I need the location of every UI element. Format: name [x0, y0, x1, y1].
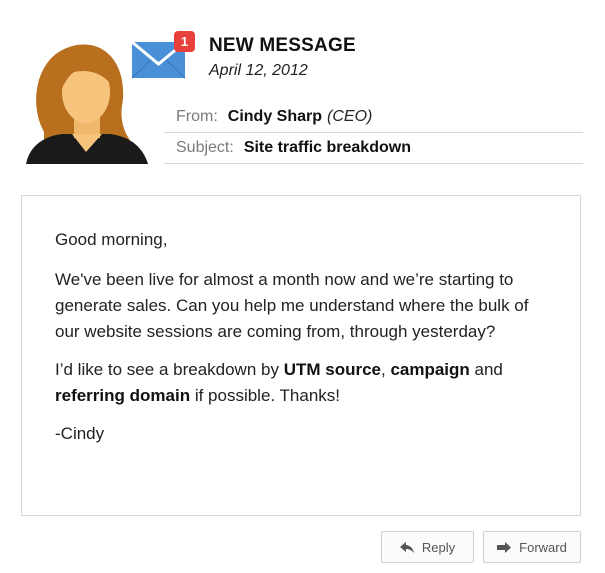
message-title: NEW MESSAGE — [209, 35, 356, 56]
subject-row: Subject: Site traffic breakdown — [164, 133, 583, 164]
reply-button[interactable]: Reply — [381, 531, 474, 563]
forward-arrow-icon — [497, 541, 512, 553]
subject-label: Subject: — [176, 139, 234, 156]
forward-button[interactable]: Forward — [483, 531, 581, 563]
from-row: From: Cindy Sharp (CEO) — [164, 102, 583, 133]
message-date: April 12, 2012 — [209, 62, 308, 79]
sender-role: (CEO) — [327, 108, 373, 125]
forward-label: Forward — [519, 539, 567, 555]
text-segment: if possible. Thanks! — [190, 386, 341, 405]
paragraph-breakdown: I’d like to see a breakdown by UTM sourc… — [55, 357, 547, 409]
message-body: Good morning, We've been live for almost… — [21, 195, 581, 516]
emphasis-campaign: campaign — [390, 360, 470, 379]
reply-arrow-icon — [399, 541, 414, 553]
notification-badge: 1 — [174, 31, 195, 52]
emphasis-utm-source: UTM source — [283, 360, 381, 379]
email-notification: 1 NEW MESSAGE April 12, 2012 From: Cindy… — [0, 0, 605, 573]
reply-label: Reply — [421, 539, 456, 555]
text-segment: I’d like to see a breakdown by — [55, 360, 284, 379]
emphasis-referring-domain: referring domain — [55, 386, 191, 405]
signoff: -Cindy — [55, 424, 105, 443]
paragraph-request: We've been live for almost a month now a… — [55, 270, 529, 341]
sender-name: Cindy Sharp — [227, 108, 323, 125]
subject-value: Site traffic breakdown — [243, 139, 411, 156]
text-segment: and — [469, 360, 503, 379]
from-label: From: — [176, 108, 218, 125]
greeting: Good morning, — [55, 230, 168, 249]
